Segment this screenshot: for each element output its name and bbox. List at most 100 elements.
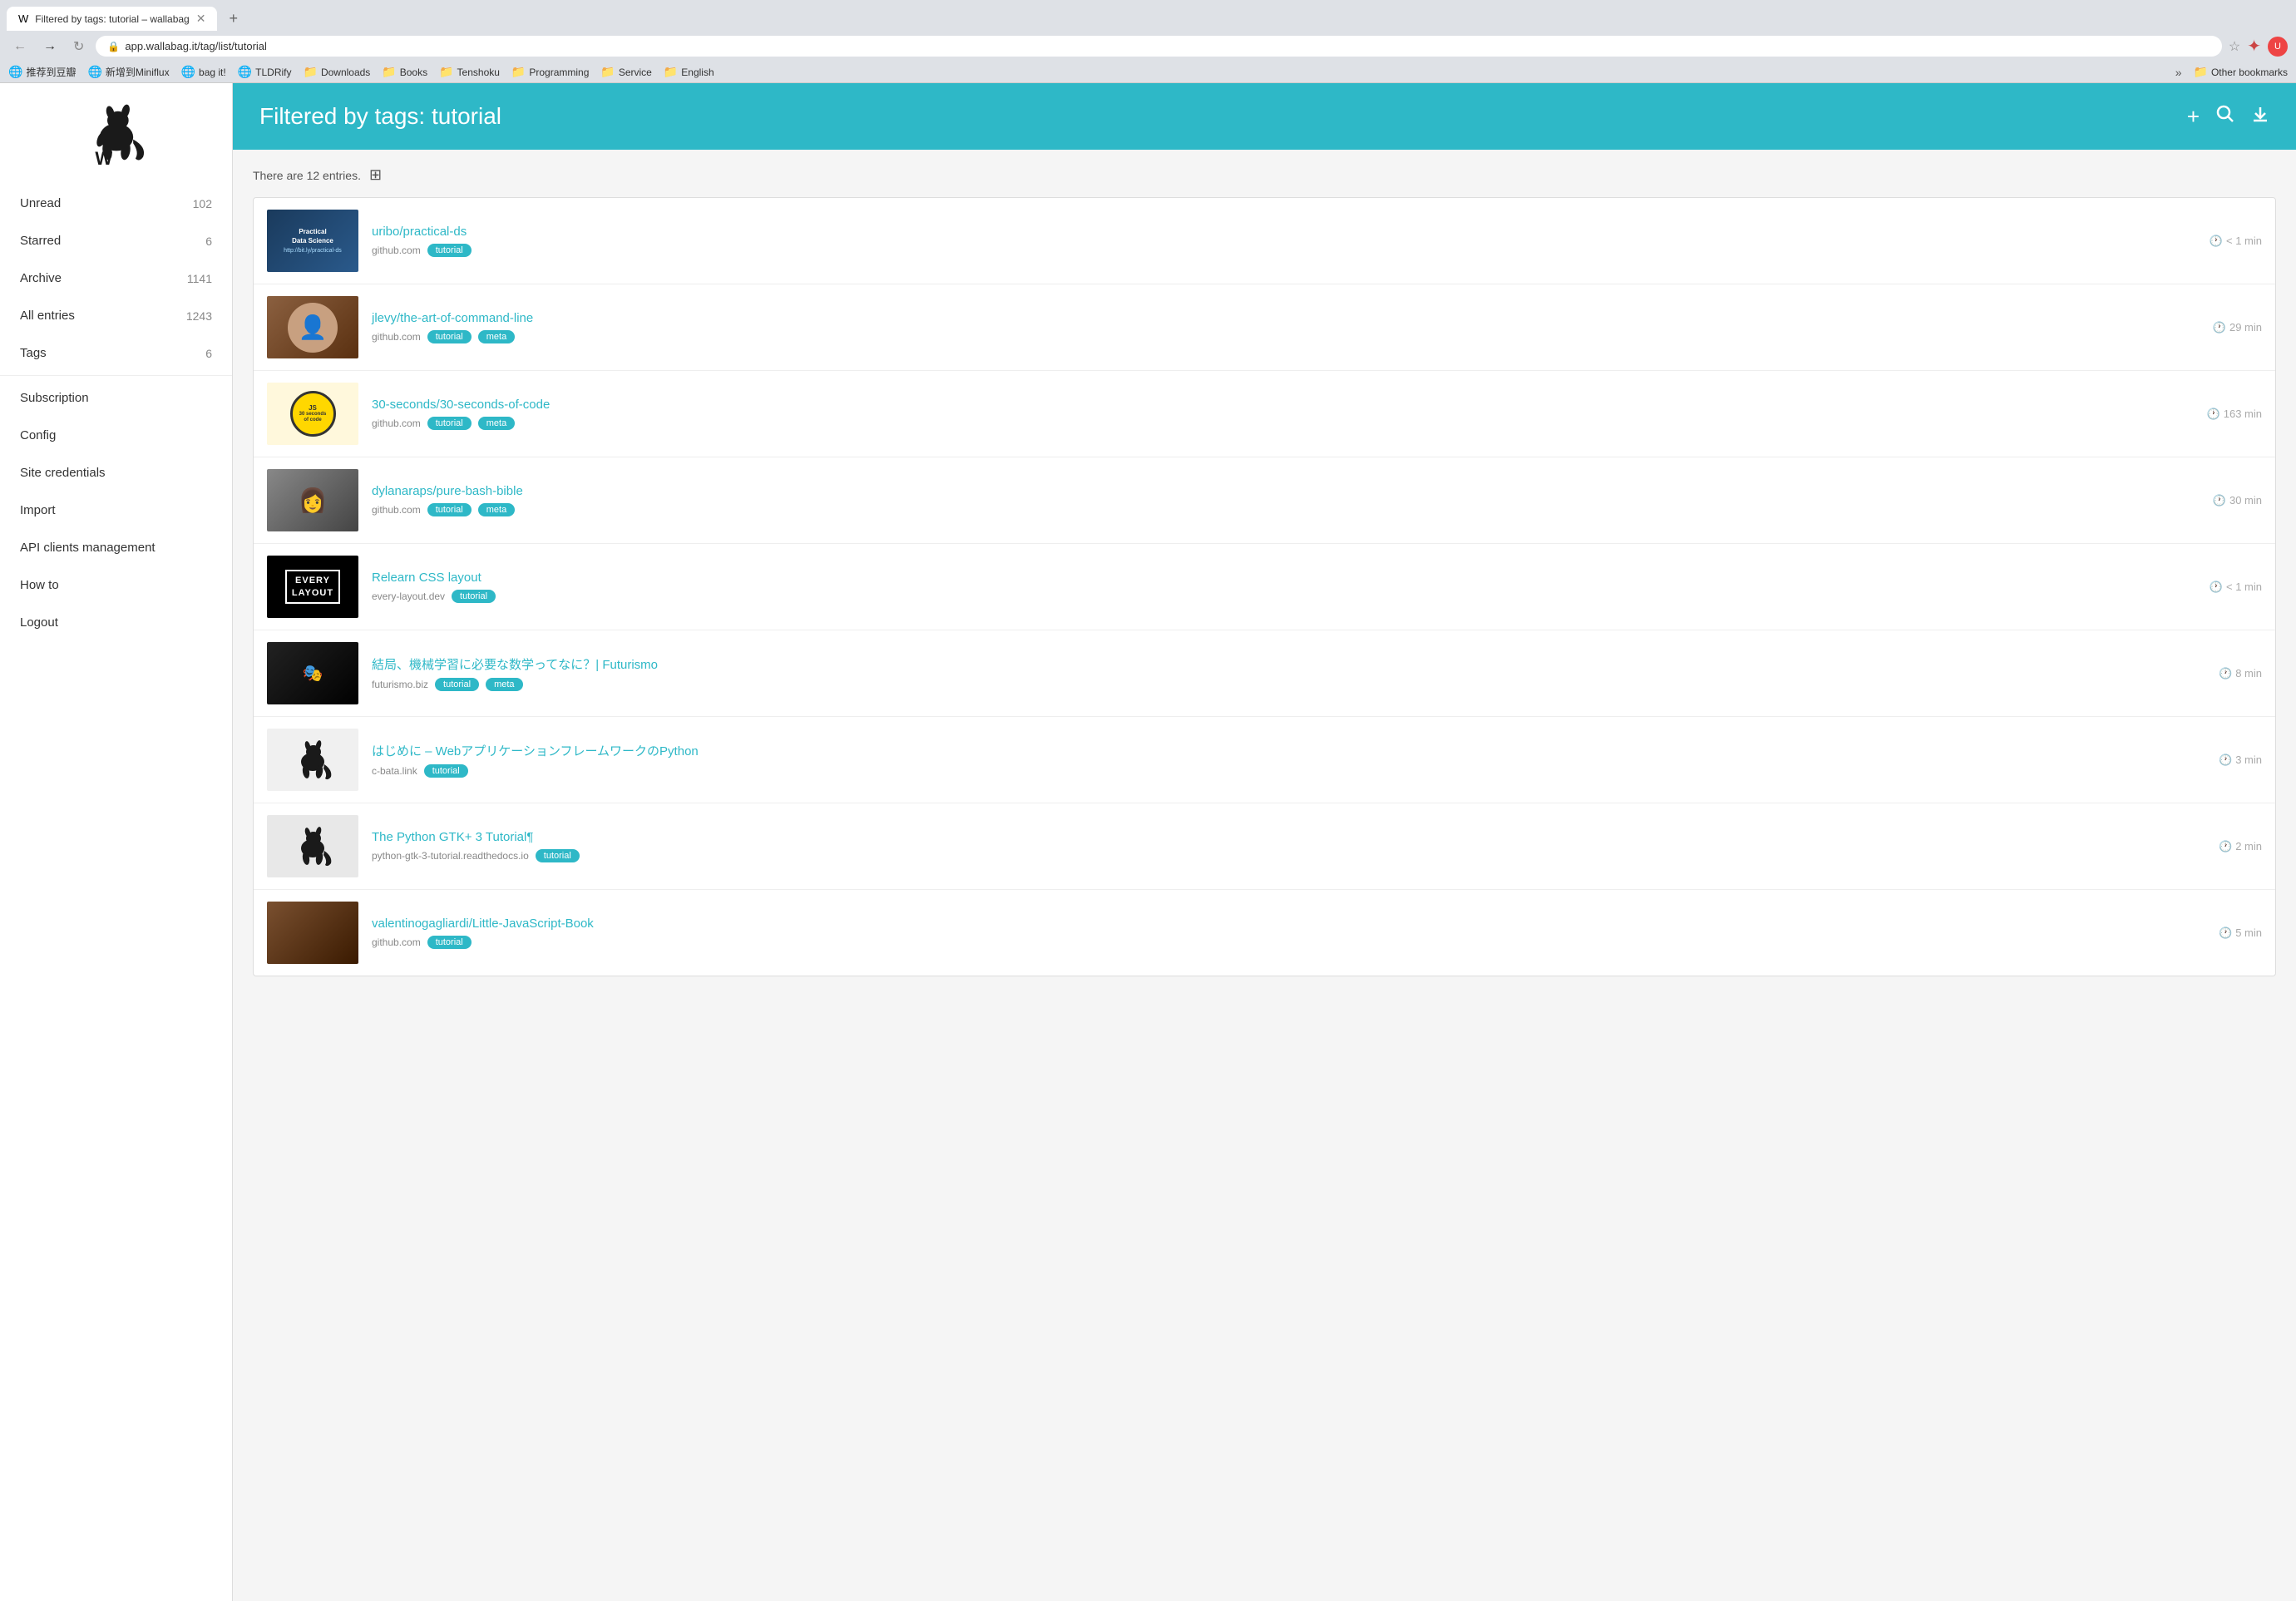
tag-badge-tutorial[interactable]: tutorial	[427, 503, 472, 516]
article-title[interactable]: uribo/practical-ds	[372, 225, 2196, 239]
article-meta: github.com tutorial	[372, 244, 2196, 257]
time-value: 30 min	[2229, 494, 2262, 506]
sidebar-item-all-entries[interactable]: All entries 1243	[0, 297, 232, 334]
article-title[interactable]: jlevy/the-art-of-command-line	[372, 311, 2200, 325]
grid-view-icon[interactable]: ⊞	[369, 166, 382, 184]
article-title[interactable]: valentinogagliardi/Little-JavaScript-Boo…	[372, 917, 2205, 931]
bookmark-english[interactable]: 📁 English	[664, 65, 714, 79]
new-tab-button[interactable]: +	[222, 7, 244, 31]
tag-badge-tutorial[interactable]: tutorial	[536, 849, 580, 862]
bookmarks-overflow-button[interactable]: »	[2175, 66, 2182, 79]
clock-icon: 🕐	[2219, 927, 2232, 940]
reload-button[interactable]: ↻	[68, 37, 89, 57]
bookmark-bagit-label: bag it!	[199, 67, 226, 78]
article-thumbnail	[267, 815, 358, 877]
article-thumbnail: JS30 secondsof code	[267, 383, 358, 445]
sidebar-item-unread[interactable]: Unread 102	[0, 185, 232, 222]
bookmark-star-icon[interactable]: ☆	[2229, 38, 2240, 55]
sidebar-unread-label: Unread	[20, 196, 61, 210]
sidebar-starred-label: Starred	[20, 234, 61, 248]
article-title[interactable]: 結局、機械学習に必要な数学ってなに？| Futurismo	[372, 655, 2205, 673]
article-meta: github.com tutorial meta	[372, 503, 2200, 516]
list-item: Practical Data Science http://bit.ly/pra…	[254, 198, 2275, 284]
article-meta: python-gtk-3-tutorial.readthedocs.io tut…	[372, 849, 2205, 862]
header-actions: +	[2187, 104, 2269, 130]
tag-badge-tutorial[interactable]: tutorial	[452, 590, 496, 603]
profile-avatar[interactable]: U	[2268, 37, 2288, 57]
search-button[interactable]	[2216, 105, 2234, 128]
sidebar-item-site-credentials[interactable]: Site credentials	[0, 454, 232, 492]
article-domain: github.com	[372, 245, 421, 256]
tag-badge-tutorial[interactable]: tutorial	[435, 678, 479, 691]
list-item: 👩 dylanaraps/pure-bash-bible github.com …	[254, 457, 2275, 544]
tab-title: Filtered by tags: tutorial – wallabag	[35, 13, 189, 25]
tag-badge-meta[interactable]: meta	[478, 417, 515, 430]
sidebar-item-config[interactable]: Config	[0, 417, 232, 454]
bookmark-downloads[interactable]: 📁 Downloads	[304, 65, 371, 79]
tag-badge-tutorial[interactable]: tutorial	[427, 330, 472, 343]
sidebar-item-subscription[interactable]: Subscription	[0, 379, 232, 417]
bookmark-globe2-icon: 🌐	[87, 65, 101, 79]
bookmark-douban[interactable]: 🌐 推荐到豆瓣	[8, 65, 76, 79]
sidebar-tags-label: Tags	[20, 346, 47, 360]
tag-badge-meta[interactable]: meta	[478, 330, 515, 343]
sidebar-item-starred[interactable]: Starred 6	[0, 222, 232, 259]
browser-tab-bar: W Filtered by tags: tutorial – wallabag …	[0, 0, 2296, 31]
bookmark-tldrify[interactable]: 🌐 TLDRify	[238, 65, 292, 79]
sidebar-item-tags[interactable]: Tags 6	[0, 334, 232, 372]
tag-badge-meta[interactable]: meta	[478, 503, 515, 516]
add-entry-button[interactable]: +	[2187, 104, 2200, 130]
list-item: The Python GTK+ 3 Tutorial¶ python-gtk-3…	[254, 803, 2275, 890]
clock-icon: 🕐	[2210, 581, 2223, 594]
bookmark-miniflux[interactable]: 🌐 新增到Miniflux	[87, 65, 169, 79]
sidebar-item-api-clients[interactable]: API clients management	[0, 529, 232, 566]
sidebar-item-archive[interactable]: Archive 1141	[0, 259, 232, 297]
bookmark-folder1-icon: 📁	[304, 65, 318, 79]
article-title[interactable]: dylanaraps/pure-bash-bible	[372, 484, 2200, 498]
download-button[interactable]	[2251, 105, 2269, 128]
article-time: 🕐 < 1 min	[2210, 235, 2262, 248]
article-meta: futurismo.biz tutorial meta	[372, 678, 2205, 691]
bookmark-programming[interactable]: 📁 Programming	[511, 65, 589, 79]
tag-badge-meta[interactable]: meta	[486, 678, 522, 691]
bookmark-service[interactable]: 📁 Service	[600, 65, 651, 79]
bookmark-bagit[interactable]: 🌐 bag it!	[181, 65, 226, 79]
article-body: valentinogagliardi/Little-JavaScript-Boo…	[372, 917, 2205, 949]
bookmark-folder5-icon: 📁	[600, 65, 615, 79]
bookmark-other-label: Other bookmarks	[2211, 67, 2288, 78]
sidebar-archive-label: Archive	[20, 271, 62, 285]
tab-favicon: W	[18, 12, 28, 25]
bookmark-tenshoku[interactable]: 📁 Tenshoku	[439, 65, 500, 79]
article-list: Practical Data Science http://bit.ly/pra…	[253, 197, 2276, 976]
bookmark-other[interactable]: 📁 Other bookmarks	[2194, 65, 2288, 79]
sidebar-item-logout[interactable]: Logout	[0, 604, 232, 641]
back-button[interactable]: ←	[8, 37, 32, 56]
article-title[interactable]: The Python GTK+ 3 Tutorial¶	[372, 830, 2205, 844]
tag-badge-tutorial[interactable]: tutorial	[427, 417, 472, 430]
clock-icon: 🕐	[2219, 754, 2232, 767]
article-domain: github.com	[372, 936, 421, 948]
bookmark-folder6-icon: 📁	[664, 65, 678, 79]
sidebar-all-count: 1243	[186, 309, 212, 323]
sidebar-item-how-to[interactable]: How to	[0, 566, 232, 604]
sidebar-tags-count: 6	[205, 347, 212, 360]
clock-icon: 🕐	[2210, 235, 2223, 248]
article-title[interactable]: 30-seconds/30-seconds-of-code	[372, 398, 2194, 412]
article-body: 結局、機械学習に必要な数学ってなに？| Futurismo futurismo.…	[372, 655, 2205, 691]
time-value: 29 min	[2229, 321, 2262, 334]
article-title[interactable]: はじめに – WebアプリケーションフレームワークのPython	[372, 742, 2205, 759]
forward-button[interactable]: →	[38, 37, 62, 56]
browser-tab-active[interactable]: W Filtered by tags: tutorial – wallabag …	[7, 7, 217, 31]
tag-badge-tutorial[interactable]: tutorial	[427, 936, 472, 949]
address-bar[interactable]: 🔒 app.wallabag.it/tag/list/tutorial	[96, 36, 2221, 57]
list-item: valentinogagliardi/Little-JavaScript-Boo…	[254, 890, 2275, 976]
sidebar-item-import[interactable]: Import	[0, 492, 232, 529]
bookmark-miniflux-label: 新增到Miniflux	[106, 65, 170, 79]
tag-badge-tutorial[interactable]: tutorial	[424, 764, 468, 778]
article-title[interactable]: Relearn CSS layout	[372, 571, 2196, 585]
extensions-icon[interactable]: ✦	[2247, 36, 2261, 57]
bookmark-books[interactable]: 📁 Books	[382, 65, 427, 79]
tag-badge[interactable]: tutorial	[427, 244, 472, 257]
tab-close-button[interactable]: ✕	[196, 12, 206, 26]
bookmark-programming-label: Programming	[529, 67, 589, 78]
